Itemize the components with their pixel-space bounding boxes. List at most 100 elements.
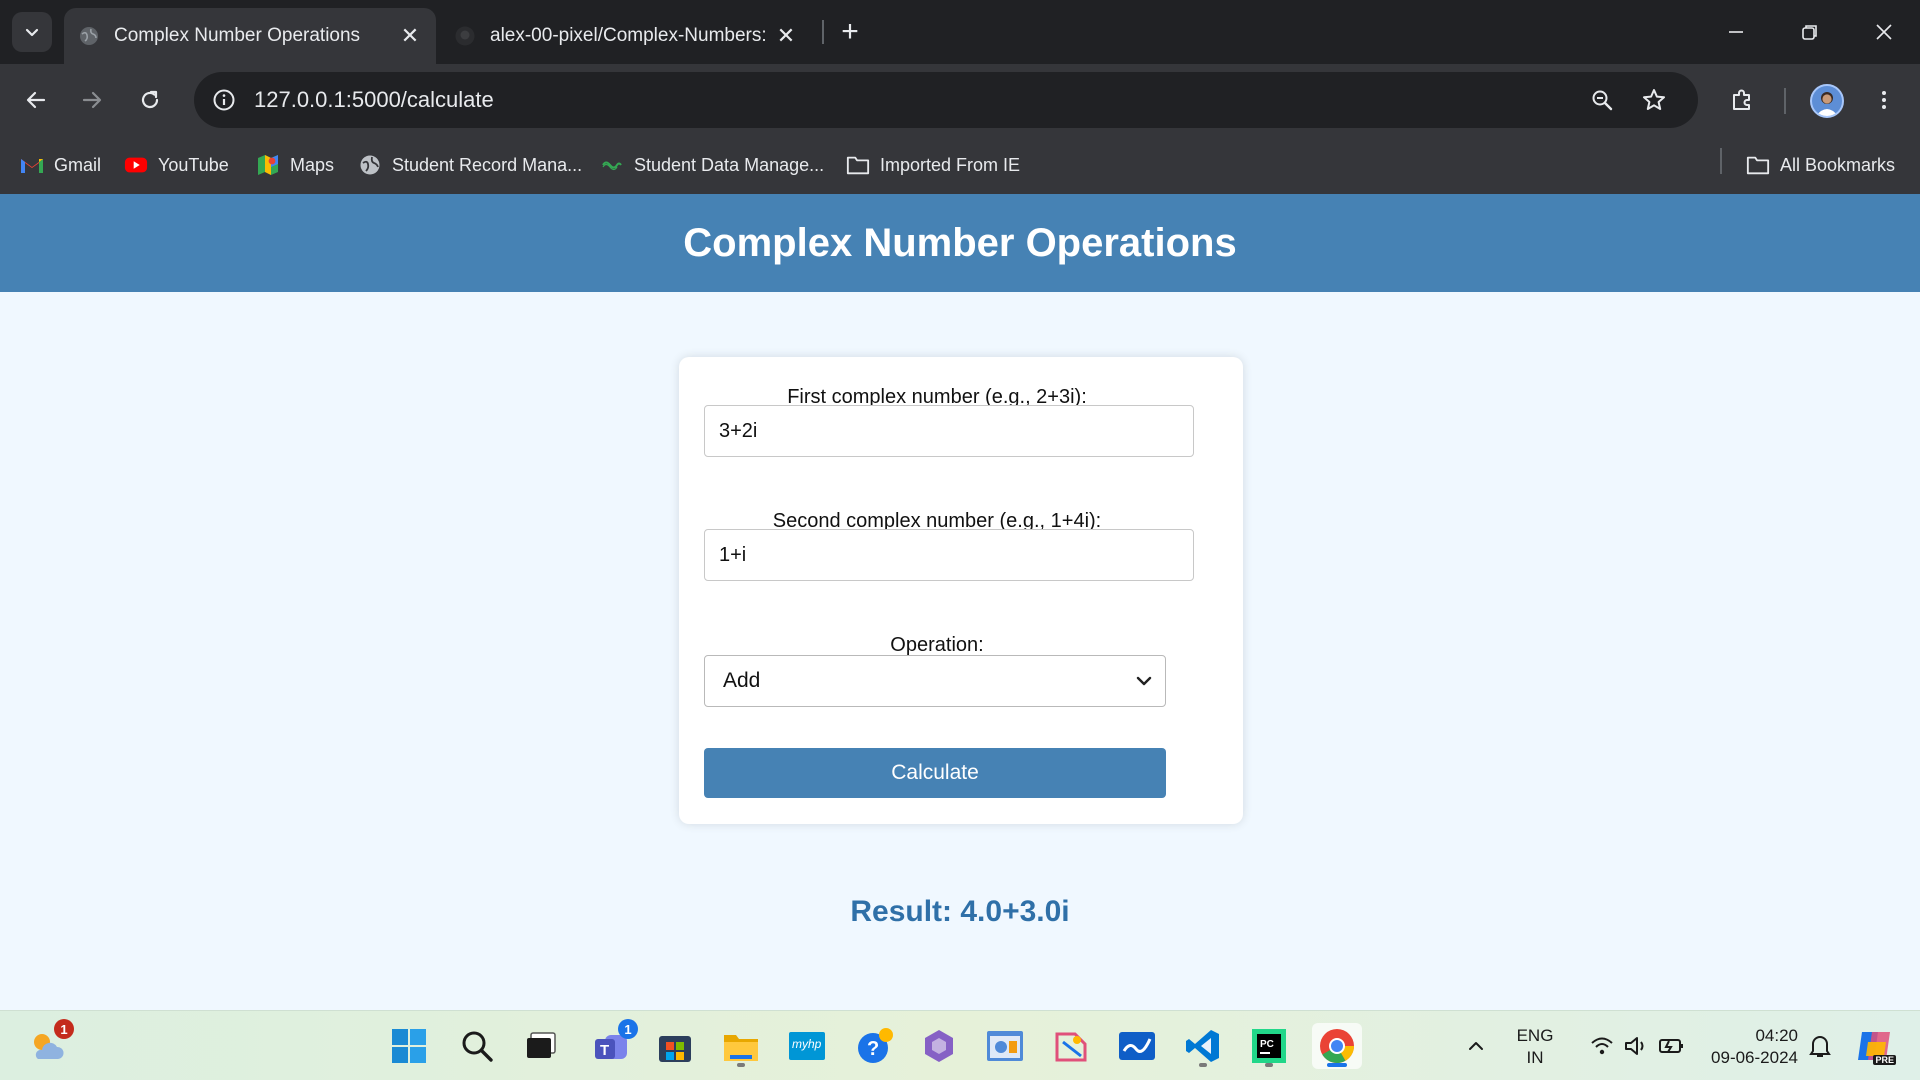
bookmark-student-record[interactable]: Student Record Mana... xyxy=(358,150,582,180)
address-bar[interactable]: 127.0.0.1:5000/calculate xyxy=(194,72,1698,128)
myhp-label: myhp xyxy=(792,1037,822,1051)
weather-widget[interactable]: 1 xyxy=(24,1019,74,1069)
bookmark-label: Maps xyxy=(290,154,335,175)
github-icon xyxy=(455,26,475,46)
gmail-icon xyxy=(20,154,44,176)
reload-icon xyxy=(141,90,159,109)
svg-text:T: T xyxy=(600,1042,609,1059)
snipping-app[interactable] xyxy=(1048,1023,1094,1069)
vscode-icon xyxy=(1186,1030,1219,1062)
notification-button[interactable] xyxy=(1800,1023,1840,1069)
plus-icon: + xyxy=(841,15,859,48)
zoom-button[interactable] xyxy=(1584,82,1620,118)
reload-button[interactable] xyxy=(128,78,172,122)
forward-button[interactable] xyxy=(70,78,114,122)
region-code: IN xyxy=(1526,1048,1544,1067)
tab-title: Complex Number Operations xyxy=(114,25,361,46)
close-window-button[interactable] xyxy=(1852,8,1916,56)
profile-avatar[interactable] xyxy=(1810,84,1844,118)
start-button[interactable] xyxy=(386,1023,432,1069)
input-language-indicator[interactable]: ENG IN xyxy=(1506,1025,1564,1069)
back-button[interactable] xyxy=(14,78,58,122)
windows-taskbar: 1 T 1 myhp ? PC ENG IN 04:20 09-06-2024 … xyxy=(0,1010,1920,1080)
svg-text:PC: PC xyxy=(1260,1039,1274,1050)
page-title: Complex Number Operations xyxy=(683,220,1237,265)
bookmark-imported-folder[interactable]: Imported From IE xyxy=(846,150,1020,180)
bookmark-youtube[interactable]: YouTube xyxy=(124,150,229,180)
teams-badge: 1 xyxy=(618,1019,638,1039)
store-icon xyxy=(659,1036,691,1062)
clock[interactable]: 04:20 09-06-2024 xyxy=(1698,1025,1798,1069)
volume-icon xyxy=(1625,1037,1644,1055)
second-number-input[interactable]: 1+i xyxy=(704,529,1194,581)
globe-icon xyxy=(80,27,98,45)
site-info-button[interactable] xyxy=(206,82,242,118)
store-app[interactable] xyxy=(652,1023,698,1069)
tab-complex-number-operations[interactable]: Complex Number Operations ✕ xyxy=(64,8,436,64)
extensions-button[interactable] xyxy=(1720,78,1764,122)
notification-bell-icon xyxy=(1809,1036,1831,1057)
folder-icon xyxy=(724,1035,758,1061)
quick-settings-button[interactable] xyxy=(1578,1023,1696,1069)
teams-app[interactable]: T 1 xyxy=(588,1019,638,1069)
tab-search-button[interactable] xyxy=(12,12,52,52)
all-bookmarks-label: All Bookmarks xyxy=(1780,154,1896,175)
pycharm-icon: PC xyxy=(1252,1029,1286,1063)
operation-select[interactable]: Add xyxy=(704,655,1166,707)
browser-toolbar: 127.0.0.1:5000/calculate xyxy=(0,64,1920,136)
calculate-button[interactable]: Calculate xyxy=(704,748,1166,798)
chevron-down-icon xyxy=(25,28,39,37)
person-avatar-icon xyxy=(1816,92,1838,116)
task-view-icon xyxy=(527,1032,556,1058)
windows-logo-icon xyxy=(392,1029,426,1063)
browser-title-bar: Complex Number Operations ✕ alex-00-pixe… xyxy=(0,0,1920,64)
globe-icon xyxy=(358,154,382,176)
file-explorer-app[interactable] xyxy=(718,1023,764,1069)
show-hidden-icons-button[interactable] xyxy=(1456,1023,1496,1069)
snip-icon xyxy=(1055,1032,1087,1062)
get-help-app[interactable]: ? xyxy=(852,1023,898,1069)
chrome-app[interactable] xyxy=(1312,1023,1362,1069)
close-icon xyxy=(1876,24,1892,40)
bookmark-maps[interactable]: Maps xyxy=(256,150,334,180)
copilot-preview-button[interactable]: PRE xyxy=(1852,1023,1898,1069)
second-number-value: 1+i xyxy=(719,543,747,566)
youtube-icon xyxy=(124,154,148,176)
chrome-icon xyxy=(1320,1029,1354,1063)
tab-divider xyxy=(822,20,824,44)
bookmark-label: Student Data Manage... xyxy=(634,154,825,175)
tab-title: alex-00-pixel/Complex-Numbers: / xyxy=(490,25,770,46)
restore-icon xyxy=(1802,25,1817,40)
browser-menu-button[interactable] xyxy=(1862,78,1906,122)
maps-icon xyxy=(256,154,280,176)
task-view-button[interactable] xyxy=(518,1023,564,1069)
presentation-app[interactable] xyxy=(982,1023,1028,1069)
bookmark-label: Gmail xyxy=(54,154,102,175)
first-number-input[interactable]: 3+2i xyxy=(704,405,1194,457)
tab-github-repo[interactable]: alex-00-pixel/Complex-Numbers: / ✕ xyxy=(440,8,812,64)
url-text[interactable]: 127.0.0.1:5000/calculate xyxy=(254,87,494,113)
copilot-app[interactable] xyxy=(916,1023,962,1069)
page-viewport: Complex Number Operations First complex … xyxy=(0,194,1920,1010)
bookmark-gmail[interactable]: Gmail xyxy=(20,150,101,180)
all-bookmarks-button[interactable]: All Bookmarks xyxy=(1746,150,1895,180)
battery-charging-icon xyxy=(1659,1039,1683,1053)
search-button[interactable] xyxy=(454,1023,500,1069)
operation-selected-value: Add xyxy=(723,669,761,692)
link-icon xyxy=(600,154,624,176)
close-tab-icon[interactable]: ✕ xyxy=(394,20,426,52)
myhp-app[interactable]: myhp xyxy=(784,1023,830,1069)
vscode-app[interactable] xyxy=(1180,1023,1226,1069)
bookmark-student-data[interactable]: Student Data Manage... xyxy=(600,150,824,180)
new-tab-button[interactable]: + xyxy=(832,14,868,50)
restore-button[interactable] xyxy=(1778,8,1842,56)
bookmark-star-button[interactable] xyxy=(1636,82,1672,118)
whiteboard-icon xyxy=(1119,1032,1155,1060)
pycharm-app[interactable]: PC xyxy=(1246,1023,1292,1069)
whiteboard-app[interactable] xyxy=(1114,1023,1160,1069)
zoom-icon xyxy=(1592,90,1613,111)
first-number-value: 3+2i xyxy=(719,419,758,442)
close-tab-icon[interactable]: ✕ xyxy=(770,20,802,52)
minimize-button[interactable] xyxy=(1704,8,1768,56)
chart-window-icon xyxy=(987,1031,1023,1061)
